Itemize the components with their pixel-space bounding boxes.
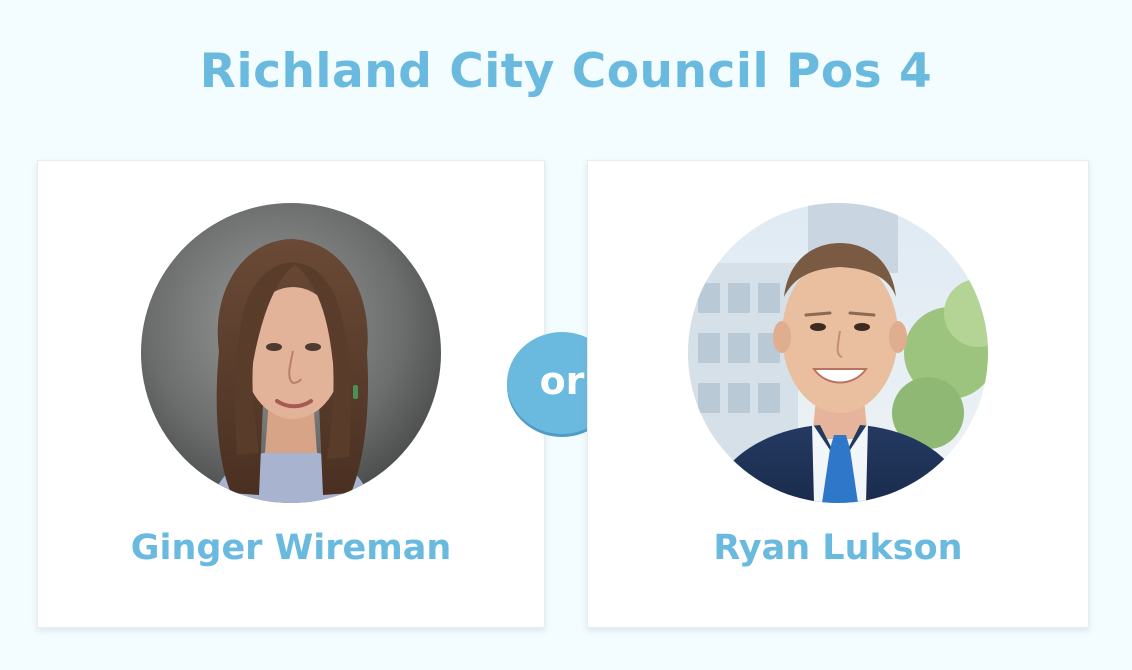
candidate-name: Ginger Wireman bbox=[130, 528, 452, 568]
candidate-photo bbox=[688, 203, 988, 503]
page-title: Richland City Council Pos 4 bbox=[199, 44, 933, 99]
candidate-photo bbox=[141, 203, 441, 503]
candidate-name: Ryan Lukson bbox=[713, 528, 963, 568]
candidate-card-ginger-wireman[interactable]: Ginger Wireman bbox=[37, 160, 545, 628]
candidate-card-ryan-lukson[interactable]: Ryan Lukson bbox=[587, 160, 1089, 628]
